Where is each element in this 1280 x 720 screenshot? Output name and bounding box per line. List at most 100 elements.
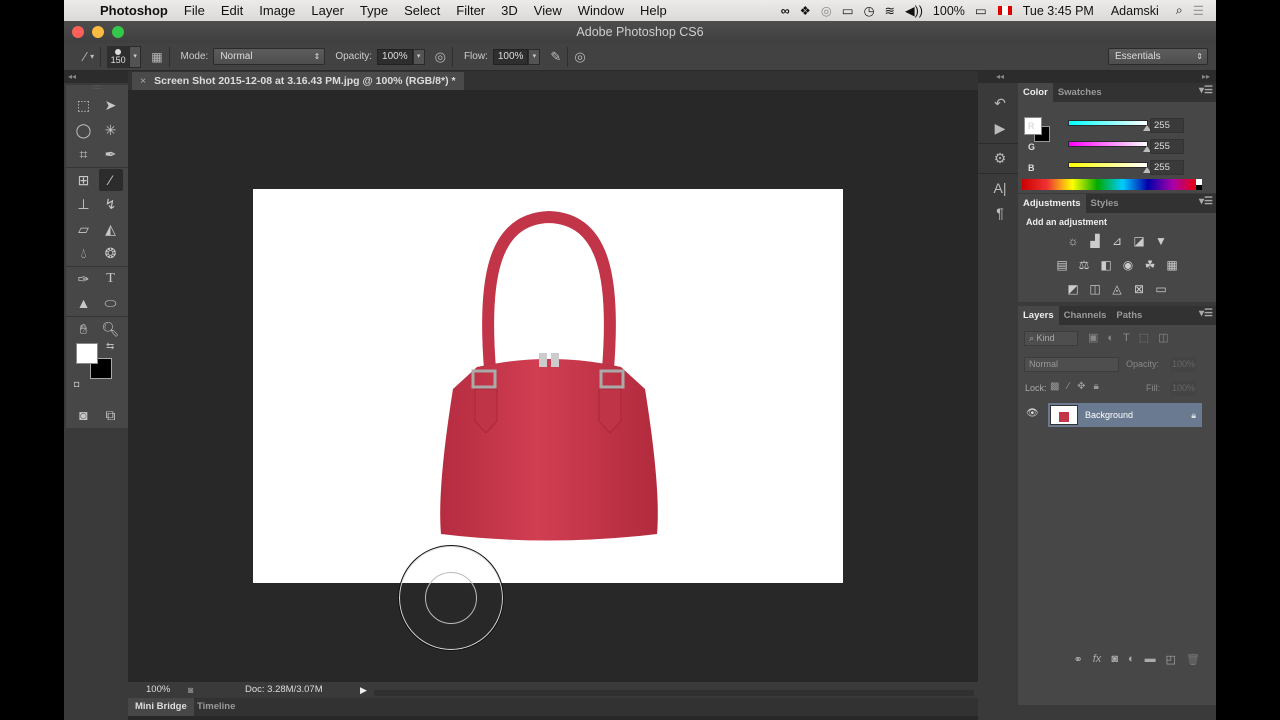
- red-slider[interactable]: [1068, 120, 1148, 126]
- properties-panel-icon[interactable]: ⚙: [978, 146, 1022, 171]
- brush-preset-icon[interactable]: ⁄: [84, 49, 86, 64]
- tab-adjustments[interactable]: Adjustments: [1018, 194, 1086, 213]
- tab-timeline[interactable]: Timeline: [190, 698, 242, 716]
- eyedropper-tool-icon[interactable]: ✒: [99, 143, 123, 165]
- type-tool-icon[interactable]: T: [99, 268, 123, 290]
- magic-wand-tool-icon[interactable]: ✳: [99, 119, 123, 141]
- hand-tool-icon[interactable]: ✋︎: [72, 318, 96, 340]
- dropbox-icon[interactable]: ❖: [795, 3, 816, 18]
- panels-collapse-button[interactable]: ▸▸: [1018, 71, 1216, 83]
- menu-file[interactable]: File: [176, 3, 213, 18]
- path-selection-tool-icon[interactable]: ▲: [72, 292, 96, 314]
- menu-edit[interactable]: Edit: [213, 3, 251, 18]
- layer-opacity-input[interactable]: 100%: [1170, 357, 1196, 372]
- fill-input[interactable]: 100%: [1170, 381, 1196, 396]
- layer-row[interactable]: 👁︎ Background 🔒︎: [1018, 403, 1216, 429]
- opacity-dropdown[interactable]: ▾: [412, 48, 425, 65]
- threshold-icon[interactable]: ◬: [1109, 282, 1126, 296]
- layer-filter-select[interactable]: ⌕ Kind: [1024, 331, 1078, 346]
- paragraph-panel-icon[interactable]: ¶: [978, 201, 1022, 226]
- menu-layer[interactable]: Layer: [303, 3, 352, 18]
- input-flag-icon[interactable]: [997, 6, 1012, 15]
- menu-help[interactable]: Help: [632, 3, 675, 18]
- toolbox-collapse-button[interactable]: ◂◂: [64, 71, 128, 83]
- zoom-level[interactable]: 100%: [146, 682, 170, 698]
- levels-icon[interactable]: ▟: [1087, 234, 1104, 248]
- airbrush-icon[interactable]: ✎: [550, 49, 561, 65]
- tab-color[interactable]: Color: [1018, 83, 1053, 102]
- swap-colors-icon[interactable]: ⇆: [106, 341, 114, 352]
- tab-swatches[interactable]: Swatches: [1053, 83, 1107, 102]
- red-input[interactable]: 255: [1150, 118, 1184, 133]
- brush-panel-toggle-icon[interactable]: ▦: [151, 50, 162, 64]
- tab-layers[interactable]: Layers: [1018, 306, 1059, 325]
- color-spectrum-ramp[interactable]: [1022, 179, 1198, 190]
- move-tool-icon[interactable]: ➤: [99, 94, 123, 116]
- menu-image[interactable]: Image: [251, 3, 303, 18]
- blend-mode-select[interactable]: Normal: [1024, 357, 1119, 372]
- selective-color-icon[interactable]: ⊠: [1131, 282, 1148, 296]
- spotlight-icon[interactable]: ⌕: [1171, 3, 1188, 18]
- workspace-select[interactable]: Essentials ⇕: [1108, 48, 1208, 65]
- panel-menu-icon[interactable]: ▾☰: [1199, 196, 1213, 207]
- user-name[interactable]: Adamski: [1099, 4, 1171, 18]
- pressure-size-icon[interactable]: ◎: [574, 49, 585, 65]
- blue-slider[interactable]: [1068, 162, 1148, 168]
- ramp-black[interactable]: [1196, 185, 1202, 190]
- vibrance-icon[interactable]: ▼: [1153, 234, 1170, 248]
- delete-layer-icon[interactable]: 🗑︎: [1186, 653, 1200, 673]
- volume-icon[interactable]: ◀)): [900, 3, 928, 18]
- menu-type[interactable]: Type: [352, 3, 396, 18]
- layer-style-fx-icon[interactable]: fx: [1093, 653, 1102, 673]
- menu-3d[interactable]: 3D: [493, 3, 526, 18]
- hue-saturation-icon[interactable]: ▤: [1054, 258, 1071, 272]
- eye-visibility-icon[interactable]: 👁︎: [1026, 408, 1039, 419]
- default-colors-icon[interactable]: ◘: [74, 379, 79, 389]
- notification-center-icon[interactable]: ☰: [1188, 3, 1216, 18]
- toolbox-grip[interactable]: ::::::: [66, 85, 128, 93]
- airplay-icon[interactable]: ▭: [837, 3, 859, 18]
- actions-panel-icon[interactable]: ▶: [978, 116, 1022, 141]
- menu-window[interactable]: Window: [570, 3, 632, 18]
- green-slider[interactable]: [1068, 141, 1148, 147]
- close-tab-icon[interactable]: ×: [140, 75, 146, 87]
- lock-icons[interactable]: ▩⁄✥🔒︎: [1050, 381, 1107, 392]
- color-balance-icon[interactable]: ⚖: [1076, 258, 1093, 272]
- channel-mixer-icon[interactable]: ☘: [1142, 258, 1159, 272]
- link-layers-icon[interactable]: ⚭: [1074, 653, 1083, 673]
- brush-picker-dropdown[interactable]: ▾: [129, 45, 142, 68]
- crop-tool-icon[interactable]: ⌗: [72, 143, 96, 165]
- posterize-icon[interactable]: ◫: [1087, 282, 1104, 296]
- clock[interactable]: Tue 3:45 PM: [1018, 4, 1099, 18]
- zoom-tool-icon[interactable]: 🔍︎: [99, 318, 123, 340]
- menu-app-name[interactable]: Photoshop: [92, 3, 176, 18]
- flow-input[interactable]: 100%: [492, 48, 529, 65]
- document-image[interactable]: [253, 189, 843, 583]
- horizontal-scrollbar[interactable]: [374, 690, 974, 696]
- lasso-tool-icon[interactable]: ◯: [72, 119, 96, 141]
- brightness-contrast-icon[interactable]: ☼: [1065, 234, 1082, 248]
- opacity-input[interactable]: 100%: [377, 48, 413, 65]
- status-options-icon[interactable]: ◙: [188, 682, 202, 698]
- history-panel-icon[interactable]: ↶: [978, 91, 1022, 116]
- blur-tool-icon[interactable]: 💧︎: [72, 242, 96, 264]
- screen-mode-icon[interactable]: ⧉: [99, 404, 123, 426]
- exposure-icon[interactable]: ◪: [1131, 234, 1148, 248]
- history-brush-tool-icon[interactable]: ↯: [99, 193, 123, 215]
- layer-filter-icons[interactable]: ▣◐T⬚◫: [1088, 331, 1178, 344]
- invert-icon[interactable]: ◩: [1065, 282, 1082, 296]
- tab-paths[interactable]: Paths: [1111, 306, 1147, 325]
- brush-size-picker[interactable]: 150: [107, 45, 130, 68]
- quick-mask-icon[interactable]: ◙: [72, 404, 96, 426]
- new-group-icon[interactable]: ▬: [1145, 653, 1156, 673]
- marquee-tool-icon[interactable]: ⬚: [72, 94, 96, 116]
- flow-dropdown[interactable]: ▾: [528, 48, 541, 65]
- foreground-color-swatch[interactable]: [76, 343, 98, 364]
- mode-select[interactable]: Normal ⇕: [213, 48, 326, 65]
- curves-icon[interactable]: ⊿: [1109, 234, 1126, 248]
- menu-filter[interactable]: Filter: [448, 3, 493, 18]
- wifi-icon[interactable]: ≋: [879, 3, 899, 18]
- character-panel-icon[interactable]: A|: [978, 176, 1022, 201]
- ellipse-tool-icon[interactable]: ⬭: [99, 292, 123, 314]
- eraser-tool-icon[interactable]: ▱: [72, 218, 96, 240]
